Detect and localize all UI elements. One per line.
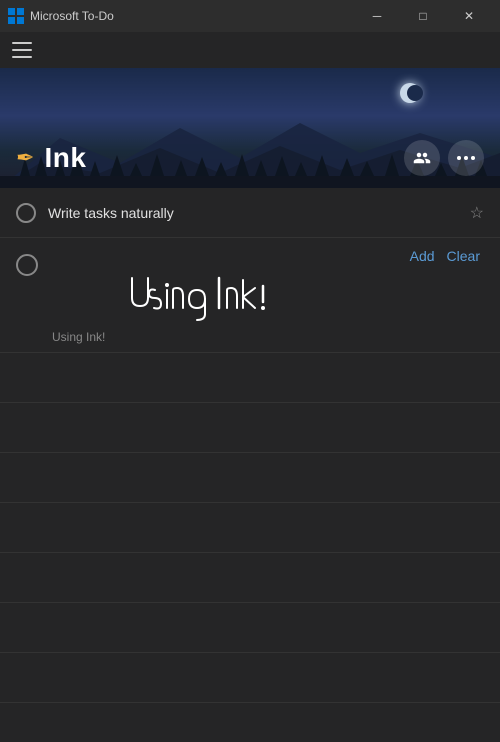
window-controls: ─ □ ✕: [354, 0, 492, 32]
ink-input-row: Add Clear: [16, 246, 484, 344]
more-options-button[interactable]: [448, 140, 484, 176]
task-checkbox[interactable]: [16, 203, 36, 223]
empty-line: [0, 453, 500, 503]
title-bar-left: Microsoft To-Do: [8, 8, 114, 24]
hero-left: ✒ Ink: [16, 142, 86, 174]
title-bar: Microsoft To-Do ─ □ ✕: [0, 0, 500, 32]
add-person-icon: [413, 149, 431, 167]
more-icon: [457, 156, 475, 160]
add-person-button[interactable]: [404, 140, 440, 176]
hamburger-menu[interactable]: [12, 42, 32, 58]
ink-canvas-container[interactable]: [50, 268, 484, 328]
close-button[interactable]: ✕: [446, 0, 492, 32]
ink-writing-area: Add Clear: [50, 246, 484, 344]
task-item: Write tasks naturally ☆: [0, 188, 500, 238]
ink-strokes: [50, 268, 484, 328]
ink-input-area: Add Clear: [0, 238, 500, 353]
pen-icon: ✒: [16, 145, 34, 171]
star-icon[interactable]: ☆: [470, 203, 484, 223]
empty-line: [0, 653, 500, 703]
list-title: Ink: [44, 142, 86, 174]
app-icon: [8, 8, 24, 24]
empty-line: [0, 403, 500, 453]
app-title: Microsoft To-Do: [30, 9, 114, 23]
empty-line: [0, 553, 500, 603]
ink-checkbox[interactable]: [16, 254, 38, 276]
hero-header: ✒ Ink: [0, 68, 500, 188]
ink-recognized-text: Using Ink!: [50, 330, 484, 344]
minimize-button[interactable]: ─: [354, 0, 400, 32]
moon-decoration: [400, 83, 420, 103]
hero-actions: [404, 140, 484, 176]
task-text: Write tasks naturally: [48, 205, 458, 221]
empty-line: [0, 503, 500, 553]
menu-bar: [0, 32, 500, 68]
add-button[interactable]: Add: [406, 246, 439, 266]
ink-toolbar: Add Clear: [50, 246, 484, 266]
empty-line: [0, 603, 500, 653]
hero-content: ✒ Ink: [0, 140, 500, 188]
task-list: Write tasks naturally ☆ Add Clear: [0, 188, 500, 742]
hamburger-line-3: [12, 56, 32, 58]
clear-button[interactable]: Clear: [443, 246, 484, 266]
hamburger-line-1: [12, 42, 32, 44]
hamburger-line-2: [12, 49, 32, 51]
empty-line: [0, 703, 500, 742]
maximize-button[interactable]: □: [400, 0, 446, 32]
empty-line: [0, 353, 500, 403]
